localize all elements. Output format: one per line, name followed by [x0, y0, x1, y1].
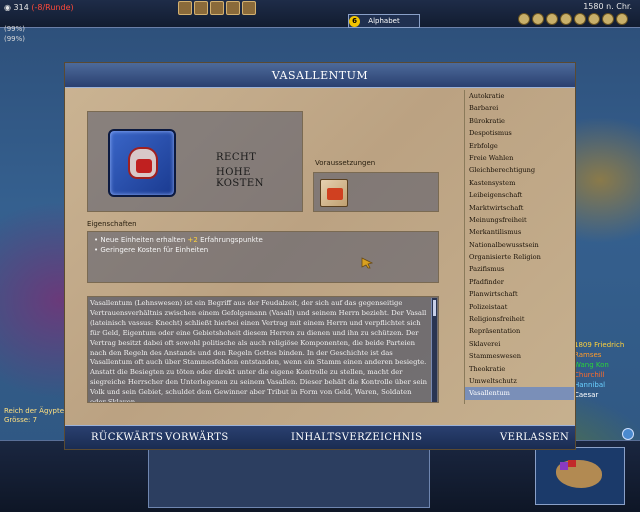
score-row: Caesar [574, 391, 599, 399]
research-turns-badge: 6 [349, 16, 360, 27]
civic-list-item[interactable]: Despotismus [465, 127, 574, 139]
advisor-icon[interactable] [226, 1, 240, 15]
page-title: VASALLENTUM [271, 69, 369, 82]
advisor-button[interactable] [588, 13, 600, 25]
description-scrollbar[interactable] [431, 298, 437, 402]
score-row: Ramses [574, 351, 602, 359]
advisor-button[interactable] [560, 13, 572, 25]
advisor-button[interactable] [574, 13, 586, 25]
advisor-icon[interactable] [210, 1, 224, 15]
exit-button[interactable]: VERLASSEN [500, 426, 569, 450]
civic-list-item[interactable]: Polizeistaat [465, 301, 574, 313]
vassalage-icon [108, 129, 176, 197]
game-date: 1580 n. Chr. [583, 2, 632, 11]
civic-list-item[interactable]: Freie Wahlen [465, 152, 574, 164]
score-row: 1809 Friedrich [574, 341, 625, 349]
table-of-contents-button[interactable]: INHALTSVERZEICHNIS [291, 426, 422, 450]
minimap-territory [568, 460, 576, 467]
unit-info-panel [148, 448, 430, 508]
advisor-button[interactable] [616, 13, 628, 25]
minimap-territory [560, 462, 568, 470]
knight-helmet-icon [128, 147, 158, 179]
properties-label: Eigenschaften [87, 220, 137, 228]
score-row: Churchill [574, 371, 605, 379]
civic-list-item[interactable]: Sklaverei [465, 338, 574, 350]
stat-line: (99%) [4, 35, 26, 43]
advisor-icon[interactable] [178, 1, 192, 15]
civic-list-item[interactable]: Repräsentation [465, 325, 574, 337]
civic-list-item[interactable]: Pazifismus [465, 263, 574, 275]
civic-list-item[interactable]: Leibeigenschaft [465, 189, 574, 201]
back-button[interactable]: RÜCKWÄRTS [91, 426, 163, 450]
advisor-button[interactable] [546, 13, 558, 25]
gold-display: ◉ 314 (-8/Runde) [4, 2, 74, 13]
civic-list-item[interactable]: Meinungsfreiheit [465, 214, 574, 226]
slider-stats: (99%) (99%) [4, 24, 25, 44]
description-box[interactable]: Vasallentum (Lehnswesen) ist ein Begriff… [87, 296, 439, 403]
advisor-button[interactable] [518, 13, 530, 25]
gold-amount: 314 [13, 3, 29, 12]
property-item: • Geringere Kosten für Einheiten [94, 246, 209, 254]
score-row: Hannibal [574, 381, 606, 389]
civic-list-item[interactable]: Pfadfinder [465, 276, 574, 288]
score-row: Wang Kon [574, 361, 609, 369]
advisor-icons [178, 1, 256, 15]
civic-category: RECHT [216, 152, 257, 163]
civic-list-item[interactable]: Erbfolge [465, 140, 574, 152]
civic-header-box: RECHT HOHE KOSTEN [87, 111, 303, 212]
civic-list: Autokratie Barbarei Bürokratie Despotismus E… [464, 90, 574, 404]
civic-list-item[interactable]: Vasallentum [465, 387, 574, 400]
stat-line: (99%) [4, 25, 26, 33]
top-hud-bar: ◉ 314 (-8/Runde) 1580 n. Chr. [0, 0, 640, 28]
requirements-box [313, 172, 439, 212]
research-label: Alphabet [368, 17, 400, 25]
property-item: • Neue Einheiten erhalten +2 Erfahrungsp… [94, 236, 263, 244]
civic-upkeep: HOHE KOSTEN [216, 167, 264, 189]
feudalism-tech-icon[interactable] [320, 179, 348, 207]
properties-box: • Neue Einheiten erhalten +2 Erfahrungsp… [87, 231, 439, 283]
mouse-cursor-icon [361, 257, 373, 269]
civic-list-item[interactable]: Umweltschutz [465, 375, 574, 387]
advisor-icon[interactable] [194, 1, 208, 15]
civic-list-item[interactable]: Religionsfreiheit [465, 313, 574, 325]
civic-list-item[interactable]: Gleichberechtigung [465, 164, 574, 176]
gold-icon: ◉ [4, 3, 11, 12]
city-size: Grösse: 7 [4, 416, 38, 424]
civ-name: Reich der Ägypter [4, 407, 67, 415]
civic-list-item[interactable]: Autokratie [465, 90, 574, 102]
advisor-buttons [518, 13, 628, 25]
description-text: Vasallentum (Lehnswesen) ist ein Begriff… [90, 299, 428, 403]
title-bar: VASALLENTUM [65, 63, 575, 88]
civic-list-item[interactable]: Planwirtschaft [465, 288, 574, 300]
civic-list-item[interactable]: Bürokratie [465, 115, 574, 127]
civic-list-item[interactable]: Theokratie [465, 363, 574, 375]
civic-list-item[interactable]: Barbarei [465, 102, 574, 114]
civilopedia-window: VASALLENTUM RECHT HOHE KOSTEN Voraussetz… [64, 62, 576, 450]
advisor-button[interactable] [602, 13, 614, 25]
requirements-label: Voraussetzungen [315, 159, 376, 167]
scoreboard: 1809 Friedrich Ramses Wang Kon Churchill… [574, 340, 640, 426]
advisor-icon[interactable] [242, 1, 256, 15]
navigation-bar: RÜCKWÄRTS VORWÄRTS INHALTSVERZEICHNIS VE… [65, 425, 575, 449]
globe-icon[interactable] [622, 428, 634, 440]
civic-list-item[interactable]: Stammeswesen [465, 350, 574, 362]
gold-change: (-8/Runde) [31, 3, 74, 12]
minimap[interactable] [535, 447, 625, 505]
civic-list-item[interactable]: Nationalbewusstsein [465, 239, 574, 251]
civic-list-item[interactable]: Organisierte Religion [465, 251, 574, 263]
forward-button[interactable]: VORWÄRTS [165, 426, 229, 450]
civic-list-item[interactable]: Kastensystem [465, 177, 574, 189]
city-info: Reich der Ägypter Grösse: 7 [4, 407, 67, 425]
civic-list-item[interactable]: Marktwirtschaft [465, 202, 574, 214]
advisor-button[interactable] [532, 13, 544, 25]
civic-list-item[interactable]: Merkantilismus [465, 226, 574, 238]
